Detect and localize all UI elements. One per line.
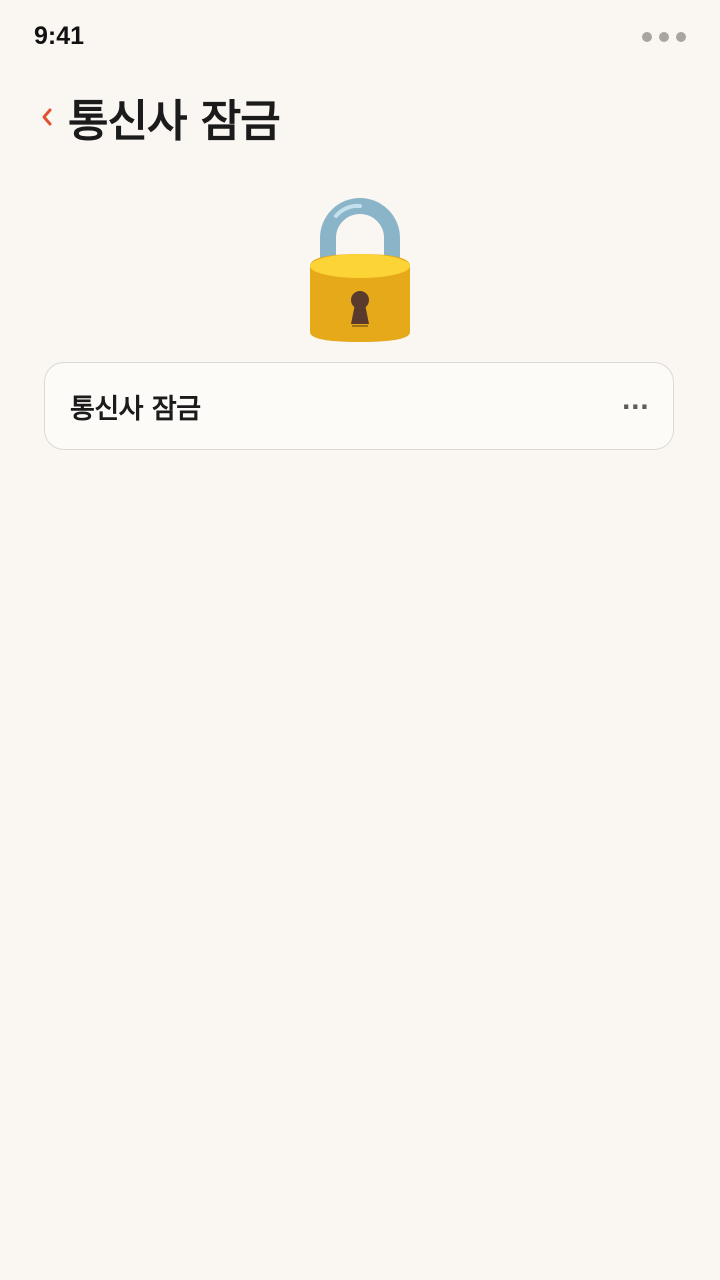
- more-dots-icon[interactable]: [642, 32, 686, 42]
- padlock-icon: [300, 196, 420, 346]
- status-time: 9:41: [34, 22, 85, 50]
- dot: [642, 32, 652, 42]
- dot: [659, 32, 669, 42]
- card-title: 통신사 잠금: [70, 394, 201, 425]
- page-title: 통신사 잠금: [68, 96, 281, 147]
- ellipsis-icon[interactable]: ...: [622, 387, 649, 415]
- carrier-lock-card[interactable]: 통신사 잠금 ...: [44, 362, 674, 450]
- chevron-left-icon: [42, 108, 52, 126]
- status-bar: 9:41: [0, 0, 720, 76]
- dot: [676, 32, 686, 42]
- page-header: 통신사 잠금: [40, 82, 281, 152]
- back-button[interactable]: [40, 97, 62, 137]
